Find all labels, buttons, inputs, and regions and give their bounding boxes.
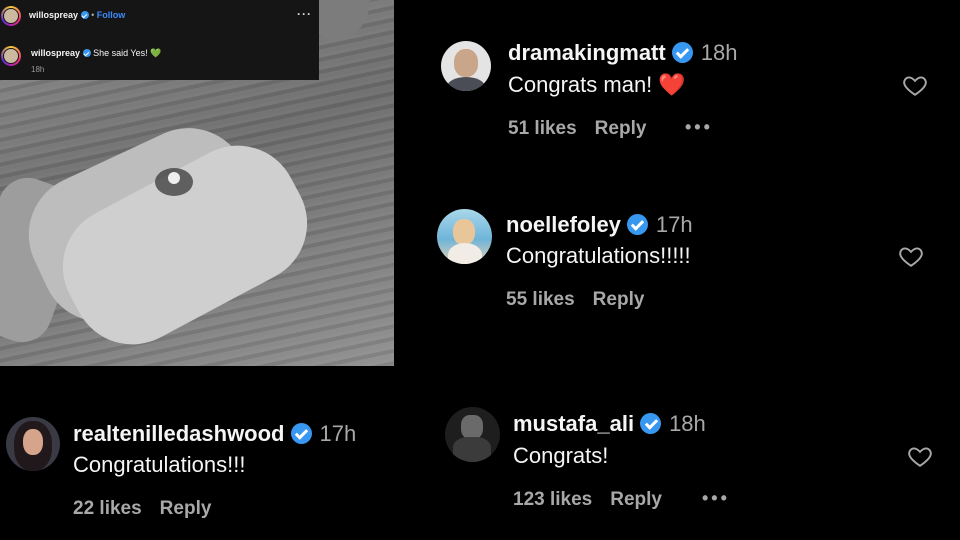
- comment-username[interactable]: mustafa_ali: [513, 411, 634, 436]
- comment-meta: 123 likes Reply: [513, 489, 662, 511]
- comment-header: dramakingmatt 18h: [508, 40, 737, 66]
- comment-text: Congrats man!: [508, 72, 653, 97]
- post-author-username[interactable]: willospreay: [29, 10, 78, 20]
- comment-time: 18h: [669, 411, 706, 436]
- more-horizontal-icon[interactable]: ···: [297, 7, 312, 21]
- comment-time: 17h: [655, 212, 693, 237]
- verified-badge-icon: [671, 42, 693, 63]
- comment-meta: 55 likes Reply: [506, 289, 644, 311]
- comment-meta: 51 likes Reply: [508, 118, 646, 140]
- red-heart-emoji: ❤️: [658, 72, 686, 97]
- comment-avatar[interactable]: [445, 407, 500, 462]
- caption-author-avatar[interactable]: [1, 46, 21, 66]
- post-author-avatar[interactable]: [1, 6, 21, 26]
- caption-text: She said Yes!: [93, 48, 148, 58]
- caption-line: willospreay She said Yes! 💚: [31, 48, 161, 59]
- comment-avatar[interactable]: [437, 209, 492, 264]
- comment-meta: 22 likes Reply: [73, 498, 211, 520]
- post-header: willospreay • Follow ··· willospreay She…: [0, 0, 319, 80]
- post-panel: willospreay • Follow ··· willospreay She…: [0, 0, 394, 366]
- comment-likes[interactable]: 51 likes: [508, 118, 577, 139]
- heart-outline-icon[interactable]: [901, 72, 929, 98]
- reply-button[interactable]: Reply: [160, 498, 212, 519]
- reply-button[interactable]: Reply: [593, 289, 645, 310]
- comment-avatar[interactable]: [6, 417, 60, 471]
- more-horizontal-icon[interactable]: •••: [685, 118, 713, 136]
- comment-likes[interactable]: 123 likes: [513, 489, 592, 510]
- comment-text-line: Congrats man! ❤️: [508, 72, 686, 98]
- verified-badge-icon: [290, 423, 312, 444]
- post-timestamp: 18h: [31, 65, 45, 74]
- reply-button[interactable]: Reply: [595, 118, 647, 139]
- verified-badge-icon: [626, 214, 648, 235]
- comment-text: Congrats!: [513, 443, 609, 468]
- verified-badge-icon: [640, 413, 662, 434]
- comment-text: Congratulations!!!!!: [506, 243, 691, 268]
- comment-header: mustafa_ali 18h: [513, 411, 706, 437]
- comment-text: Congratulations!!!: [73, 452, 246, 477]
- comment-username[interactable]: noellefoley: [506, 212, 621, 237]
- verified-badge-icon: [80, 11, 89, 19]
- post-author-line: willospreay • Follow: [29, 10, 125, 21]
- ring-stone-shape: [168, 172, 180, 184]
- comment-likes[interactable]: 22 likes: [73, 498, 142, 519]
- comment-username[interactable]: realtenilledashwood: [73, 421, 285, 446]
- more-horizontal-icon[interactable]: •••: [702, 489, 730, 507]
- comment-likes[interactable]: 55 likes: [506, 289, 575, 310]
- caption-username[interactable]: willospreay: [31, 48, 80, 58]
- verified-badge-icon: [82, 49, 91, 57]
- separator-dot: •: [91, 10, 95, 20]
- green-heart-emoji: 💚: [150, 48, 162, 58]
- comment-header: realtenilledashwood 17h: [73, 421, 356, 447]
- follow-button[interactable]: Follow: [97, 10, 126, 20]
- comment-time: 17h: [319, 421, 357, 446]
- reply-button[interactable]: Reply: [610, 489, 662, 510]
- heart-outline-icon[interactable]: [906, 443, 934, 469]
- heart-outline-icon[interactable]: [897, 243, 925, 269]
- comment-time: 18h: [700, 40, 738, 65]
- comment-avatar[interactable]: [441, 41, 491, 91]
- comment-header: noellefoley 17h: [506, 212, 693, 238]
- comment-username[interactable]: dramakingmatt: [508, 40, 666, 65]
